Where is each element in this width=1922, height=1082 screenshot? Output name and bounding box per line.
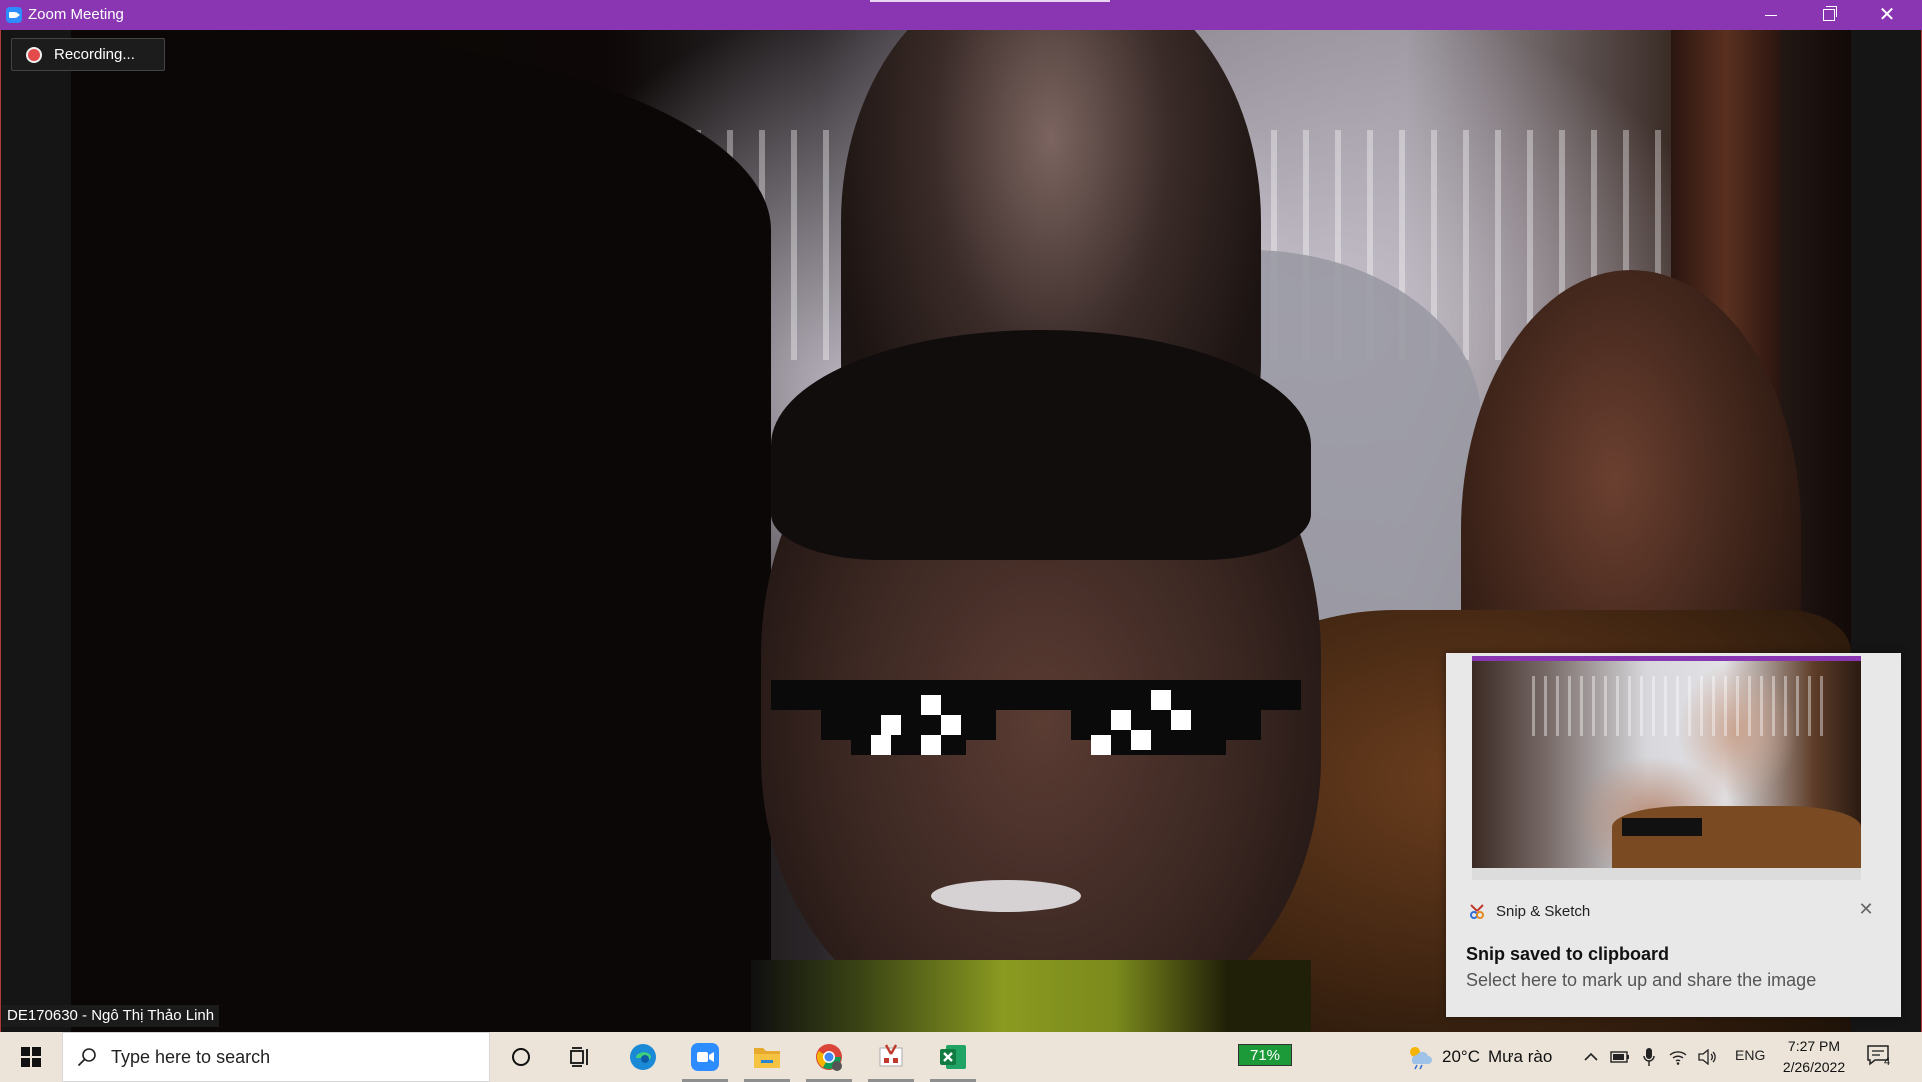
- clock-time: 7:27 PM: [1787, 1038, 1841, 1054]
- folder-icon: [754, 1048, 780, 1068]
- cortana-icon: [512, 1048, 530, 1066]
- input-language[interactable]: ENG: [1735, 1047, 1765, 1063]
- task-view-icon: [570, 1047, 588, 1067]
- edge-icon: [630, 1044, 656, 1070]
- battery-icon[interactable]: [1609, 1046, 1631, 1068]
- action-center-button[interactable]: 4: [1866, 1044, 1896, 1070]
- task-view-button[interactable]: [552, 1032, 610, 1082]
- taskbar-chrome[interactable]: [800, 1032, 858, 1082]
- thumbnail-taskbar: [1472, 868, 1861, 880]
- windows-logo-icon: [21, 1047, 41, 1067]
- restore-button[interactable]: [1800, 0, 1858, 30]
- weather-temperature: 20°C: [1442, 1047, 1480, 1066]
- cortana-button[interactable]: [492, 1032, 550, 1082]
- chrome-icon: [816, 1044, 842, 1071]
- toast-app-name: Snip & Sketch: [1496, 903, 1591, 920]
- start-button[interactable]: [0, 1032, 62, 1082]
- taskbar-file-explorer[interactable]: [738, 1032, 796, 1082]
- snip-thumbnail[interactable]: [1472, 656, 1861, 880]
- weather-widget[interactable]: 20°C Mưa rào: [1406, 1032, 1552, 1082]
- toast-title: Snip saved to clipboard: [1466, 944, 1670, 964]
- search-icon: [77, 1048, 96, 1067]
- thumbnail-titlebar: [1472, 656, 1861, 661]
- restore-icon: [1823, 6, 1837, 21]
- notification-count-badge: 4: [1884, 1056, 1891, 1068]
- volume-icon[interactable]: [1696, 1046, 1718, 1068]
- microphone-icon[interactable]: [1638, 1046, 1660, 1068]
- snip-sketch-icon: [879, 1044, 903, 1067]
- zoom-icon: [691, 1043, 719, 1071]
- minimize-button[interactable]: [1742, 0, 1800, 30]
- weather-condition: Mưa rào: [1487, 1047, 1553, 1066]
- snip-notification[interactable]: Snip & Sketch ✕ Snip saved to clipboard …: [1446, 653, 1901, 1017]
- toast-body: Select here to mark up and share the ima…: [1466, 970, 1817, 990]
- rain-cloud-icon: [1410, 1047, 1432, 1070]
- wifi-icon[interactable]: [1667, 1046, 1689, 1068]
- title-bar-highlight: [870, 0, 1110, 2]
- zoom-app-icon: [6, 7, 22, 23]
- toast-close-icon[interactable]: ✕: [1854, 897, 1878, 921]
- clock-date: 2/26/2022: [1782, 1059, 1846, 1075]
- system-clock[interactable]: 7:27 PM 2/26/2022: [1776, 1036, 1852, 1078]
- search-input[interactable]: [109, 1045, 443, 1069]
- taskbar-search[interactable]: [62, 1032, 490, 1082]
- battery-percentage[interactable]: 71%: [1238, 1044, 1292, 1066]
- excel-icon: [940, 1045, 966, 1069]
- close-icon: ✕: [1878, 4, 1896, 26]
- title-bar[interactable]: Zoom Meeting ✕: [0, 0, 1922, 30]
- taskbar: 71% 20°C Mưa rào ENG 7:27 PM 2/26/2022: [0, 1032, 1922, 1082]
- taskbar-edge[interactable]: [614, 1032, 672, 1082]
- minimize-icon: [1765, 14, 1777, 16]
- thumbnail-railing: [1532, 676, 1832, 736]
- taskbar-excel[interactable]: [924, 1032, 982, 1082]
- taskbar-snip-sketch[interactable]: [862, 1032, 920, 1082]
- close-button[interactable]: ✕: [1858, 0, 1916, 30]
- snip-sketch-icon: [1470, 904, 1484, 919]
- thumbnail-sunglasses: [1622, 818, 1702, 836]
- window-title: Zoom Meeting: [28, 6, 124, 23]
- thumbnail-blanket: [1612, 806, 1861, 876]
- taskbar-zoom[interactable]: [676, 1032, 734, 1082]
- show-hidden-icons-chevron-icon[interactable]: [1580, 1046, 1602, 1068]
